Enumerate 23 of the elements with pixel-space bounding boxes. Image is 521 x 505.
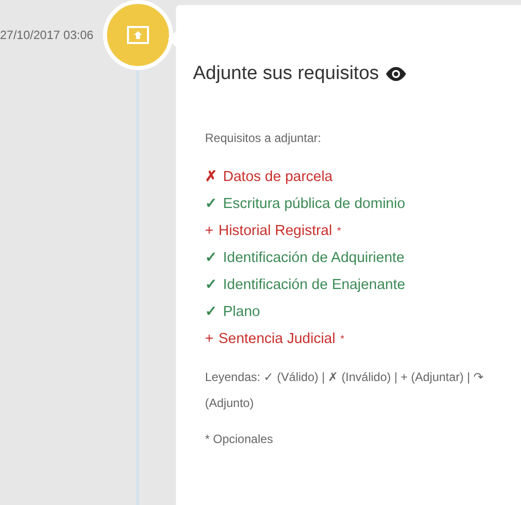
requirement-label: Identificación de Enajenante <box>223 276 406 296</box>
timestamp: 27/10/2017 03:06 <box>0 27 94 44</box>
cross-mark: ✗ <box>205 168 218 188</box>
requirement-label[interactable]: Historial Registral <box>218 221 332 243</box>
optional-mark: * <box>337 224 341 238</box>
requirement-label: Escritura pública de dominio <box>223 195 406 214</box>
eye-icon[interactable] <box>384 67 407 82</box>
card-title: Adjunte sus requisitos <box>193 62 379 86</box>
optional-mark: * <box>340 332 344 346</box>
legend-text: Leyendas: ✓ (Válido) | ✗ (Inválido) | + (Adjuntar) | ↷ (Adjunto) <box>205 368 484 412</box>
check-mark: ✓ <box>205 276 218 296</box>
check-mark: ✓ <box>205 303 218 322</box>
check-mark: ✓ <box>205 195 218 214</box>
check-mark: ✓ <box>205 249 218 268</box>
requirement-label: Datos de parcela <box>223 168 333 188</box>
requirement-label[interactable]: Sentencia Judicial <box>218 329 336 351</box>
requirement-label: Plano <box>223 303 260 322</box>
plus-mark: + <box>205 330 214 350</box>
plus-mark: + <box>205 222 214 242</box>
upload-icon <box>127 26 149 44</box>
optional-note: * Opcionales <box>205 430 274 448</box>
requirement-label: Identificación de Adquiriente <box>223 249 404 268</box>
requirements-heading: Requisitos a adjuntar: <box>205 130 322 146</box>
